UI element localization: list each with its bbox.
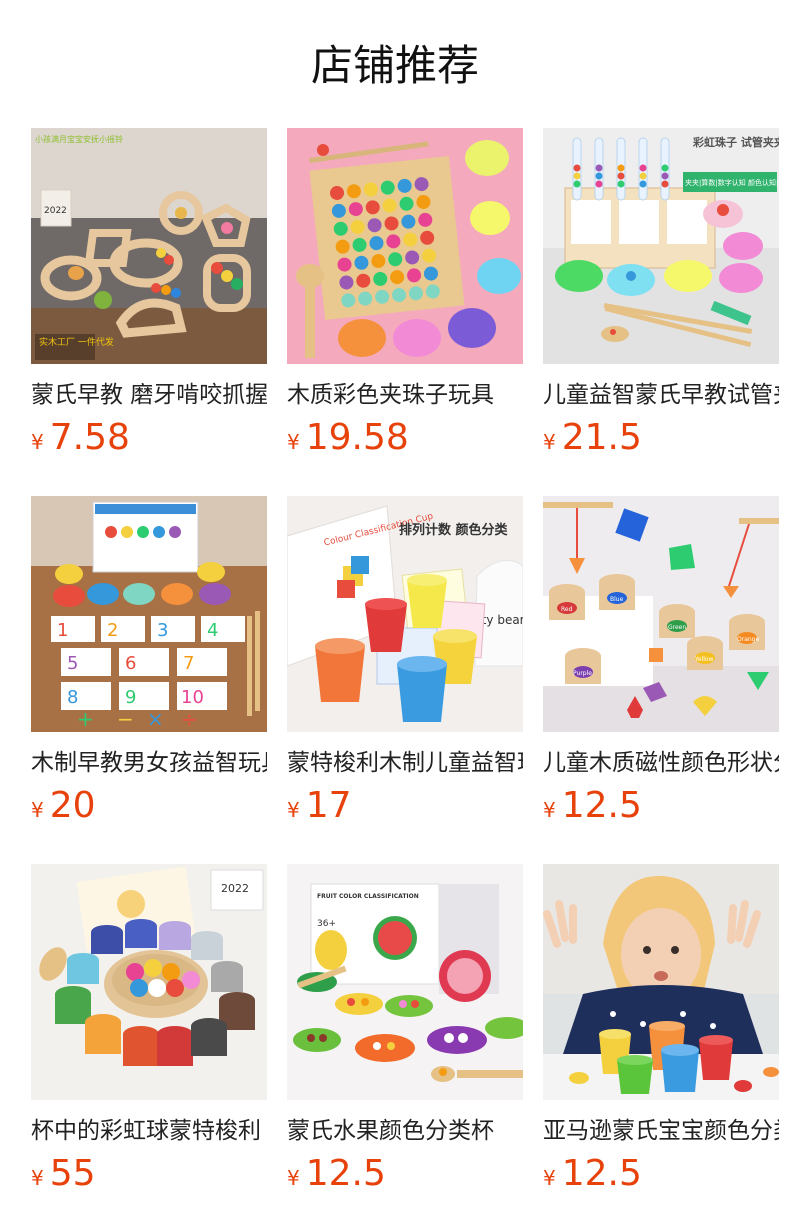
svg-text:2: 2 <box>107 620 118 641</box>
currency-symbol: ¥ <box>287 1166 300 1190</box>
product-price: ¥7.58 <box>31 416 130 460</box>
cup-label: Orange <box>737 636 759 643</box>
price-value: 19.58 <box>305 417 409 458</box>
product-name[interactable]: 蒙氏早教 磨牙啃咬抓握玩具 <box>31 380 267 410</box>
svg-text:4: 4 <box>207 620 218 641</box>
overlay-bottom-text: 实木工厂 一件代发 <box>39 336 114 348</box>
price-value: 12.5 <box>561 1153 642 1194</box>
product-card[interactable]: 2022 杯中的彩虹球蒙特梭利 ¥55 <box>31 864 267 1204</box>
currency-symbol: ¥ <box>31 430 44 454</box>
product-price: ¥55 <box>31 1152 96 1196</box>
product-image[interactable]: FRUIT COLOR CLASSIFICATION 36+ <box>287 864 523 1100</box>
product-price: ¥12.5 <box>543 1152 642 1196</box>
product-name[interactable]: 木质彩色夹珠子玩具 <box>287 380 523 410</box>
age-text: 36+ <box>317 919 336 929</box>
price-value: 55 <box>49 1153 96 1194</box>
currency-symbol: ¥ <box>543 798 556 822</box>
svg-text:×: × <box>147 707 164 731</box>
calendar-text: 2022 <box>221 882 249 895</box>
product-name[interactable]: 儿童木质磁性颜色形状分类 <box>543 748 779 778</box>
product-name[interactable]: 蒙特梭利木制儿童益智玩具 <box>287 748 523 778</box>
product-image[interactable]: 1 2 3 4 5 6 7 8 9 10 + − × ÷ <box>31 496 267 732</box>
product-name[interactable]: 亚马逊蒙氏宝宝颜色分类杯 <box>543 1116 779 1146</box>
price-value: 12.5 <box>305 1153 386 1194</box>
product-image[interactable]: 2022 <box>31 864 267 1100</box>
product-card[interactable]: Red Blue Green Yellow Orange Purple 儿童木质… <box>543 496 779 836</box>
svg-text:+: + <box>77 707 94 731</box>
product-name[interactable]: 儿童益智蒙氏早教试管夹珠子 <box>543 380 779 410</box>
overlay-bottom-text: 夹夹|算数|数字认知 颜色认知|锻炼手眼协调 <box>685 178 779 187</box>
price-value: 21.5 <box>561 417 642 458</box>
product-image[interactable] <box>287 128 523 364</box>
product-card[interactable]: 彩虹珠子 试管夹夹乐 夹夹|算数|数字认知 颜色认知|锻炼手眼协调 儿童益智蒙氏… <box>543 128 779 468</box>
cup-label: Green <box>668 624 686 631</box>
svg-text:7: 7 <box>183 653 194 674</box>
product-image[interactable]: Colour Classification Cup 排列计数 颜色分类 tty … <box>287 496 523 732</box>
product-name[interactable]: 杯中的彩虹球蒙特梭利 <box>31 1116 267 1146</box>
product-card[interactable]: 小孩满月宝宝安抚小摇铃 2022 实木工厂 一件代发 蒙氏早教 磨牙啃咬抓握 ¥… <box>31 128 267 468</box>
overlay-top-text: 彩虹珠子 试管夹夹乐 <box>692 135 779 149</box>
svg-text:1: 1 <box>57 620 68 641</box>
product-image[interactable]: 彩虹珠子 试管夹夹乐 夹夹|算数|数字认知 颜色认知|锻炼手眼协调 <box>543 128 779 364</box>
cup-label: Yellow <box>694 656 714 663</box>
svg-text:8: 8 <box>67 687 78 708</box>
price-value: 12.5 <box>561 785 642 826</box>
product-card[interactable]: FRUIT COLOR CLASSIFICATION 36+ 蒙氏水果颜色分类杯 <box>287 864 523 1204</box>
product-image[interactable]: Red Blue Green Yellow Orange Purple <box>543 496 779 732</box>
product-image[interactable] <box>543 864 779 1100</box>
price-value: 17 <box>305 785 352 826</box>
product-image[interactable]: 小孩满月宝宝安抚小摇铃 2022 实木工厂 一件代发 <box>31 128 267 364</box>
price-value: 7.58 <box>49 417 130 458</box>
svg-text:2022: 2022 <box>44 206 67 216</box>
cup-label: Purple <box>573 670 592 677</box>
svg-text:÷: ÷ <box>181 707 198 731</box>
overlay-top-text: 小孩满月宝宝安抚小摇铃 <box>35 134 123 144</box>
svg-text:10: 10 <box>181 687 204 708</box>
product-price: ¥12.5 <box>543 784 642 828</box>
product-card[interactable]: 1 2 3 4 5 6 7 8 9 10 + − × ÷ 木制早教男女孩益智玩具… <box>31 496 267 836</box>
svg-text:−: − <box>117 707 134 731</box>
currency-symbol: ¥ <box>543 430 556 454</box>
currency-symbol: ¥ <box>287 430 300 454</box>
product-price: ¥21.5 <box>543 416 642 460</box>
currency-symbol: ¥ <box>543 1166 556 1190</box>
svg-text:5: 5 <box>67 653 78 674</box>
price-value: 20 <box>49 785 96 826</box>
product-card[interactable]: Colour Classification Cup 排列计数 颜色分类 tty … <box>287 496 523 836</box>
product-name[interactable]: 木制早教男女孩益智玩具 <box>31 748 267 778</box>
svg-text:9: 9 <box>125 687 136 708</box>
product-price: ¥17 <box>287 784 352 828</box>
currency-symbol: ¥ <box>31 798 44 822</box>
product-price: ¥12.5 <box>287 1152 386 1196</box>
svg-text:3: 3 <box>157 620 168 641</box>
currency-symbol: ¥ <box>287 798 300 822</box>
svg-text:6: 6 <box>125 653 136 674</box>
overlay-top-text: 排列计数 颜色分类 <box>399 522 509 538</box>
page-title: 店铺推荐 <box>310 41 479 90</box>
cup-label: Blue <box>610 596 624 603</box>
product-card[interactable]: 亚马逊蒙氏宝宝颜色分类杯 ¥12.5 <box>543 864 779 1204</box>
product-price: ¥19.58 <box>287 416 409 460</box>
product-card[interactable]: 木质彩色夹珠子玩具 ¥19.58 <box>287 128 523 468</box>
box-text: FRUIT COLOR CLASSIFICATION <box>317 893 419 900</box>
currency-symbol: ¥ <box>31 1166 44 1190</box>
product-name[interactable]: 蒙氏水果颜色分类杯 <box>287 1116 523 1146</box>
product-price: ¥20 <box>31 784 96 828</box>
cup-label: Red <box>561 606 573 613</box>
